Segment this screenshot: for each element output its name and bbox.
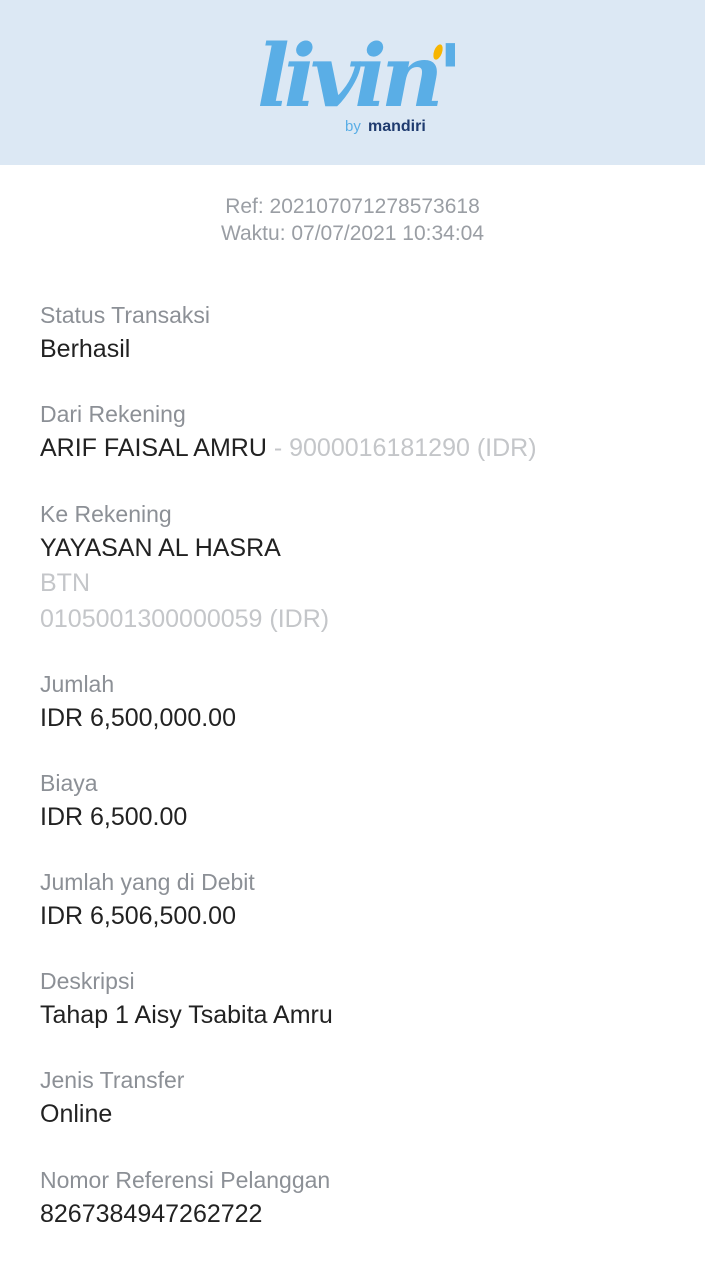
fee-label: Biaya — [40, 770, 98, 796]
receipt-page: livin' by mandiri Ref: 20210707127857361… — [0, 0, 705, 1280]
receipt-meta: Ref: 202107071278573618 Waktu: 07/07/202… — [0, 193, 705, 247]
livin-mandiri-logo: livin' by mandiri — [255, 24, 455, 142]
to-account-name: YAYASAN AL HASRA — [40, 534, 281, 562]
fee-value: IDR 6,500.00 — [40, 803, 188, 831]
description-label: Deskripsi — [40, 968, 135, 994]
customer-reference-value: 8267384947262722 — [40, 1200, 263, 1228]
customer-reference-field: Nomor Referensi Pelanggan 82673849472627… — [40, 1165, 680, 1231]
from-account-number: - 9000016181290 (IDR) — [266, 434, 537, 462]
transfer-type-field: Jenis Transfer Online — [40, 1065, 680, 1131]
to-account-bank: BTN — [40, 569, 90, 597]
from-account-name: ARIF FAISAL AMRU — [40, 434, 267, 462]
from-account-field: Dari Rekening ARIF FAISAL AMRU - 9000016… — [40, 399, 680, 465]
from-account-label: Dari Rekening — [40, 401, 186, 427]
status-label: Status Transaksi — [40, 302, 211, 328]
to-account-field: Ke Rekening YAYASAN AL HASRA BTN 0105001… — [40, 499, 680, 637]
livin-logo-icon: livin' by mandiri — [257, 26, 455, 135]
reference-number: Ref: 202107071278573618 — [225, 195, 480, 218]
debited-amount-label: Jumlah yang di Debit — [40, 869, 255, 895]
amount-value: IDR 6,500,000.00 — [40, 704, 236, 732]
status-value: Berhasil — [40, 335, 131, 363]
header-banner: livin' by mandiri — [0, 0, 705, 165]
logo-mandiri-text: mandiri — [368, 118, 426, 135]
description-field: Deskripsi Tahap 1 Aisy Tsabita Amru — [40, 966, 680, 1032]
to-account-number: 0105001300000059 (IDR) — [40, 605, 330, 633]
debited-amount-value: IDR 6,506,500.00 — [40, 902, 236, 930]
customer-reference-label: Nomor Referensi Pelanggan — [40, 1167, 331, 1193]
logo-wordmark: livin' — [257, 26, 455, 127]
status-field: Status Transaksi Berhasil — [40, 300, 680, 366]
to-account-label: Ke Rekening — [40, 501, 172, 527]
fee-field: Biaya IDR 6,500.00 — [40, 768, 680, 834]
amount-label: Jumlah — [40, 671, 115, 697]
logo-by-text: by — [345, 118, 361, 135]
debited-amount-field: Jumlah yang di Debit IDR 6,506,500.00 — [40, 867, 680, 933]
from-account-value: ARIF FAISAL AMRU - 9000016181290 (IDR) — [40, 431, 680, 465]
description-value: Tahap 1 Aisy Tsabita Amru — [40, 1001, 333, 1029]
transaction-time: Waktu: 07/07/2021 10:34:04 — [220, 222, 485, 245]
transfer-type-label: Jenis Transfer — [40, 1067, 185, 1093]
transfer-type-value: Online — [40, 1100, 113, 1128]
amount-field: Jumlah IDR 6,500,000.00 — [40, 669, 680, 735]
